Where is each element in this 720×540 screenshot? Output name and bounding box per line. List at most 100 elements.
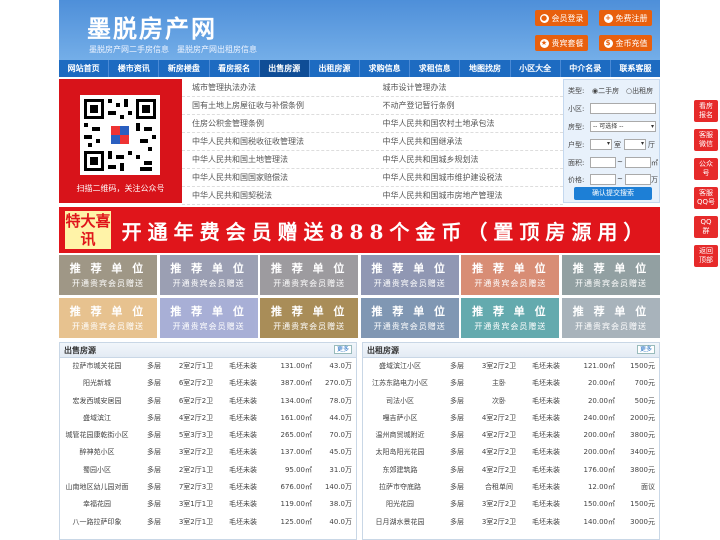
listing-floor: 多层	[147, 483, 161, 492]
promo-banner[interactable]: 特大喜讯 开通年费会员赠送888个金币（置顶房源用）	[59, 207, 660, 253]
list-item[interactable]: 太阳岛阳光花园 多层 4室2厅2卫 毛坯未装 200.00㎡ 3400元	[363, 444, 659, 461]
law-link[interactable]: 国有土地上房屋征收与补偿条例	[182, 97, 373, 114]
list-item[interactable]: 宏发西城安居园 多层 6室2厅2卫 毛坯未装 134.00㎡ 78.0万	[60, 393, 356, 410]
list-item[interactable]: 温州商贸城附近 多层 4室2厅2卫 毛坯未装 200.00㎡ 3800元	[363, 427, 659, 444]
side-button[interactable]: QQ 群	[694, 216, 718, 238]
radio-second-hand[interactable]: ◉二手房	[592, 86, 619, 96]
list-item[interactable]: 城管花园康乾街小区 多层 5室3厅3卫 毛坯未装 265.00㎡ 70.0万	[60, 427, 356, 444]
list-item[interactable]: 江苏东路电力小区 多层 主卧 毛坯未装 20.00㎡ 700元	[363, 375, 659, 392]
site-logo[interactable]: 墨脱房产网	[87, 9, 217, 44]
list-item[interactable]: 日月湖水景花园 多层 3室2厅2卫 毛坯未装 140.00㎡ 3000元	[363, 514, 659, 531]
room-select[interactable]: ▾	[590, 139, 612, 150]
rent-more-link[interactable]: 更多	[636, 345, 655, 354]
recommended-unit-ad[interactable]: 推 荐 单 位开通贵宾会员赠送	[260, 255, 359, 295]
law-link[interactable]: 中华人民共和国城乡规划法	[373, 151, 564, 168]
nav-home[interactable]: 网站首页	[59, 60, 110, 77]
law-link[interactable]: 中华人民共和国土地管理法	[182, 151, 373, 168]
side-button[interactable]: 返回 顶部	[694, 245, 718, 267]
listing-layout: 3室2厅2卫	[481, 500, 517, 509]
nav-for-sale[interactable]: 出售房源	[259, 60, 310, 77]
recommended-unit-ad[interactable]: 推 荐 单 位开通贵宾会员赠送	[159, 255, 258, 295]
listing-community: 拉萨市夺底路	[379, 483, 421, 492]
nav-for-rent[interactable]: 出租房源	[310, 60, 361, 77]
coin-recharge-button[interactable]: $ 金币充值	[599, 35, 652, 51]
listing-layout: 3室2厅2卫	[481, 517, 517, 526]
recommended-unit-ad[interactable]: 推 荐 单 位开通贵宾会员赠送	[59, 255, 157, 295]
recommended-unit-ad[interactable]: 推 荐 单 位开通贵宾会员赠送	[59, 298, 157, 338]
nav-map-search[interactable]: 地图找房	[460, 60, 511, 77]
list-item[interactable]: 山南地区幼儿园对面 多层 7室2厅3卫 毛坯未装 676.00㎡ 140.0万	[60, 479, 356, 496]
list-item[interactable]: 盛域滨江 多层 4室2厅2卫 毛坯未装 161.00㎡ 44.0万	[60, 410, 356, 427]
law-link[interactable]: 住房公积金管理条例	[182, 115, 373, 132]
nav-wanted-buy[interactable]: 求购信息	[360, 60, 411, 77]
law-link[interactable]: 城市设计管理办法	[373, 79, 564, 96]
area-max-input[interactable]	[625, 157, 651, 168]
list-item[interactable]: 盛域滨江小区 多层 3室2厅2卫 毛坯未装 121.00㎡ 1500元	[363, 358, 659, 375]
nav-news[interactable]: 楼市资讯	[109, 60, 160, 77]
listing-area: 125.00㎡	[280, 517, 313, 526]
listing-decor: 毛坯未装	[532, 413, 560, 422]
price-max-input[interactable]	[625, 174, 651, 185]
side-button[interactable]: 客服 微信	[694, 129, 718, 151]
house-type-select[interactable]: -- 可选择 -- ▾	[590, 121, 656, 132]
list-item[interactable]: 嘎吉萨小区 多层 4室2厅2卫 毛坯未装 240.00㎡ 2000元	[363, 410, 659, 427]
recommended-unit-ad[interactable]: 推 荐 单 位开通贵宾会员赠送	[461, 255, 560, 295]
list-item[interactable]: 拉萨市夺底路 多层 合租单间 毛坯未装 12.00㎡ 面议	[363, 479, 659, 496]
recommended-unit-ad[interactable]: 推 荐 单 位开通贵宾会员赠送	[562, 298, 660, 338]
nav-communities[interactable]: 小区大全	[511, 60, 561, 77]
listing-area: 676.00㎡	[280, 483, 313, 492]
side-button[interactable]: 公众号	[694, 158, 718, 180]
law-link[interactable]: 城市管理执法办法	[182, 79, 373, 96]
sale-more-link[interactable]: 更多	[333, 345, 352, 354]
login-button[interactable]: ● 会员登录	[535, 10, 588, 26]
register-button[interactable]: + 免费注册	[599, 10, 652, 26]
community-input[interactable]	[590, 103, 656, 114]
law-link[interactable]: 中华人民共和国农村土地承包法	[373, 115, 564, 132]
listing-price: 78.0万	[329, 396, 352, 405]
list-item[interactable]: 阳光新城 多层 6室2厅2卫 毛坯未装 387.00㎡ 270.0万	[60, 375, 356, 392]
recommended-unit-ad[interactable]: 推 荐 单 位开通贵宾会员赠送	[461, 298, 560, 338]
law-link[interactable]: 不动产登记暂行条例	[373, 97, 564, 114]
recommended-unit-ad[interactable]: 推 荐 单 位开通贵宾会员赠送	[159, 298, 258, 338]
area-min-input[interactable]	[590, 157, 616, 168]
recommended-unit-ad[interactable]: 推 荐 单 位开通贵宾会员赠送	[360, 255, 459, 295]
qr-caption: 扫描二维码，关注公众号	[76, 184, 165, 193]
list-item[interactable]: 阳光花园 多层 3室2厅2卫 毛坯未装 150.00㎡ 1500元	[363, 496, 659, 513]
search-submit-button[interactable]: 确认提交搜索	[574, 187, 652, 200]
listing-floor: 多层	[450, 362, 464, 370]
rent-list: 盛域滨江小区 多层 3室2厅2卫 毛坯未装 121.00㎡ 1500元 江苏东路电力小区 多层…	[363, 358, 659, 531]
hall-select[interactable]: ▾	[624, 139, 646, 150]
law-link[interactable]: 中华人民共和国国家赔偿法	[182, 169, 373, 186]
recommended-unit-ad[interactable]: 推 荐 单 位开通贵宾会员赠送	[360, 298, 459, 338]
listing-decor: 毛坯未装	[229, 379, 257, 388]
listing-community: 宏发西城安居园	[72, 396, 122, 405]
list-item[interactable]: 八一路拉萨印象 多层 3室2厅1卫 毛坯未装 125.00㎡ 40.0万	[60, 514, 356, 531]
list-item[interactable]: 拉萨市城关花园 多层 2室2厅1卫 毛坯未装 131.00㎡ 43.0万	[60, 358, 356, 375]
side-button[interactable]: 看房 报名	[694, 100, 718, 122]
list-item[interactable]: 蜀园小区 多层 2室2厅1卫 毛坯未装 95.00㎡ 31.0万	[60, 462, 356, 479]
nav-wanted-rent[interactable]: 求租信息	[410, 60, 461, 77]
listing-layout: 2室2厅1卫	[178, 362, 214, 370]
nav-new-homes[interactable]: 新房楼盘	[159, 60, 210, 77]
recommended-unit-ad[interactable]: 推 荐 单 位开通贵宾会员赠送	[260, 298, 359, 338]
law-link[interactable]: 中华人民共和国契税法	[182, 187, 373, 204]
listing-community: 日月湖水景花园	[375, 517, 425, 526]
price-min-input[interactable]	[590, 174, 616, 185]
radio-rental[interactable]: ○出租房	[626, 86, 653, 96]
nav-viewing-signup[interactable]: 看房报名	[210, 60, 260, 77]
listing-community: 江苏东路电力小区	[372, 379, 428, 388]
law-link[interactable]: 中华人民共和国城市维护建设税法	[373, 169, 564, 186]
side-button[interactable]: 客服 QQ号	[694, 187, 718, 209]
law-link[interactable]: 中华人民共和国城市房地产管理法	[373, 187, 564, 204]
list-item[interactable]: 幸福花园 多层 3室1厅1卫 毛坯未装 119.00㎡ 38.0万	[60, 496, 356, 513]
recommended-unit-ad[interactable]: 推 荐 单 位开通贵宾会员赠送	[562, 255, 660, 295]
law-link[interactable]: 中华人民共和国税收征收管理法	[182, 133, 373, 150]
nav-agencies[interactable]: 中介名录	[561, 60, 611, 77]
nav-contact[interactable]: 联系客服	[611, 60, 660, 77]
list-item[interactable]: 醉神苑小区 多层 3室2厅2卫 毛坯未装 137.00㎡ 45.0万	[60, 444, 356, 461]
list-item[interactable]: 司法小区 多层 次卧 毛坯未装 20.00㎡ 500元	[363, 393, 659, 410]
listing-floor: 多层	[147, 362, 161, 370]
vip-package-button[interactable]: ★ 贵宾套餐	[535, 35, 588, 51]
law-link[interactable]: 中华人民共和国继承法	[373, 133, 564, 150]
list-item[interactable]: 东郊建筑路 多层 4室2厅2卫 毛坯未装 176.00㎡ 3800元	[363, 462, 659, 479]
